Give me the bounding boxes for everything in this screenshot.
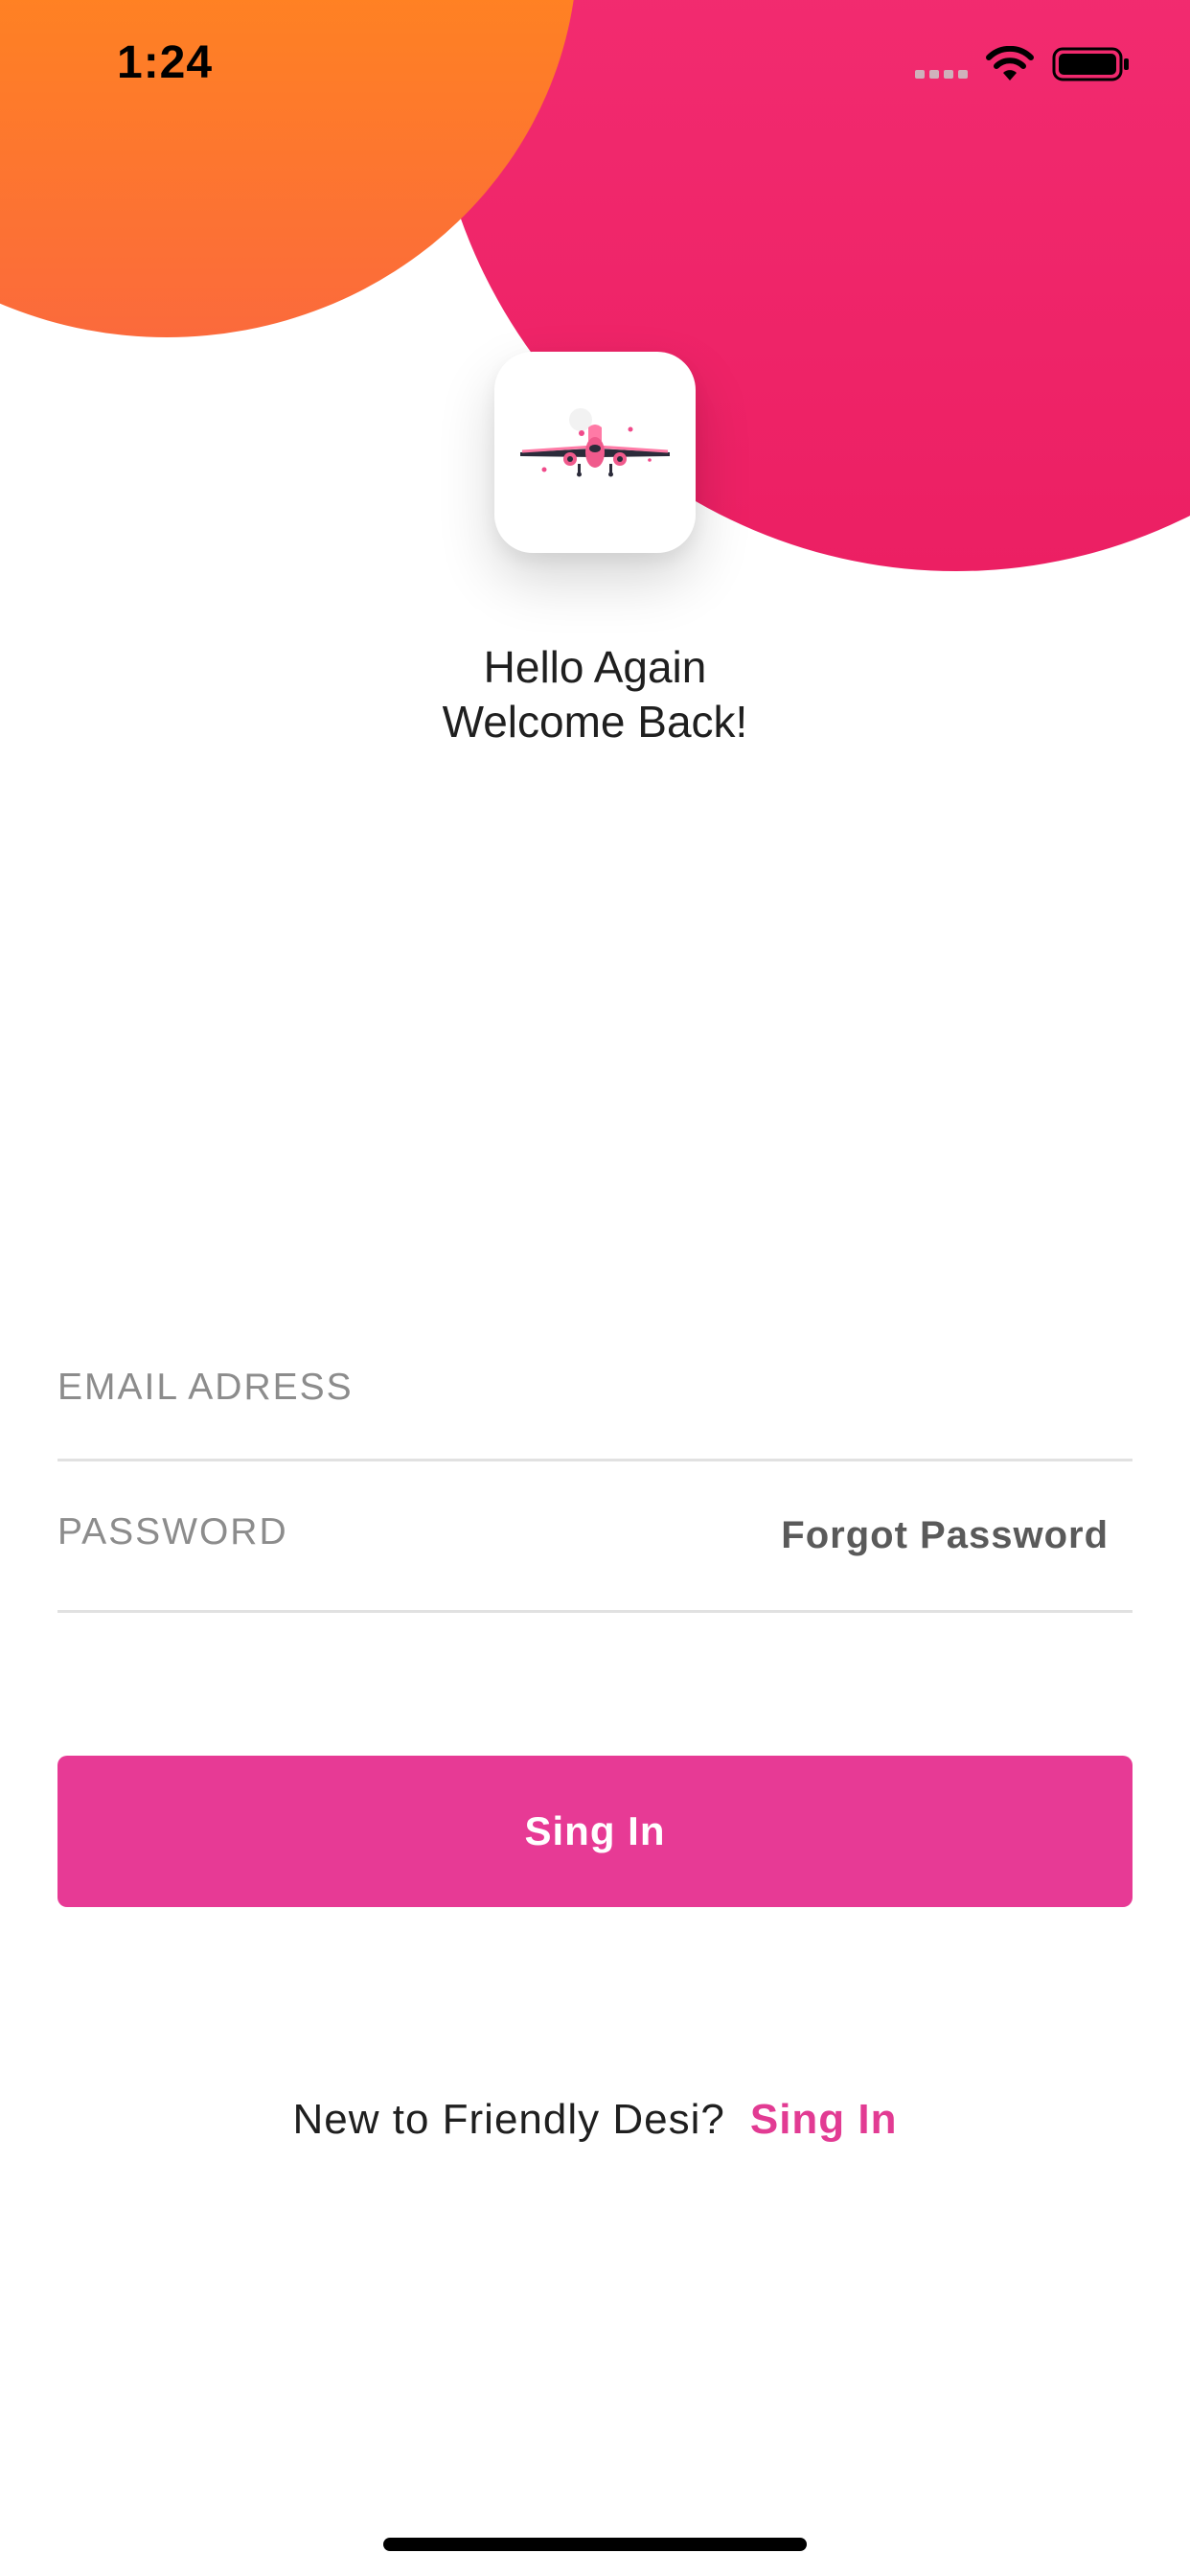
status-time: 1:24	[117, 37, 214, 88]
password-field-underline	[57, 1610, 1133, 1613]
welcome-heading: Hello Again Welcome Back!	[0, 640, 1190, 749]
greeting-line-2: Welcome Back!	[442, 697, 748, 747]
cellular-signal-icon	[915, 70, 968, 79]
sign-in-button[interactable]: Sing In	[57, 1756, 1133, 1907]
wifi-icon	[986, 46, 1034, 80]
signup-prompt-text: New to Friendly Desi?	[292, 2096, 725, 2143]
email-field[interactable]: EMAIL ADRESS	[57, 1367, 354, 1409]
password-field[interactable]: PASSWORD	[57, 1511, 288, 1553]
home-indicator[interactable]	[383, 2538, 807, 2551]
login-screen: 1:24 Hello Again Welcome Back! EMAIL ADR…	[0, 0, 1190, 2576]
airplane-icon	[520, 408, 670, 477]
signup-prompt: New to Friendly Desi? Sing In	[0, 2096, 1190, 2144]
forgot-password-link[interactable]: Forgot Password	[781, 1514, 1109, 1557]
greeting-line-1: Hello Again	[483, 642, 707, 692]
email-field-underline	[57, 1459, 1133, 1461]
signup-link[interactable]: Sing In	[750, 2096, 898, 2143]
app-logo	[494, 352, 696, 553]
battery-icon	[1052, 47, 1129, 81]
